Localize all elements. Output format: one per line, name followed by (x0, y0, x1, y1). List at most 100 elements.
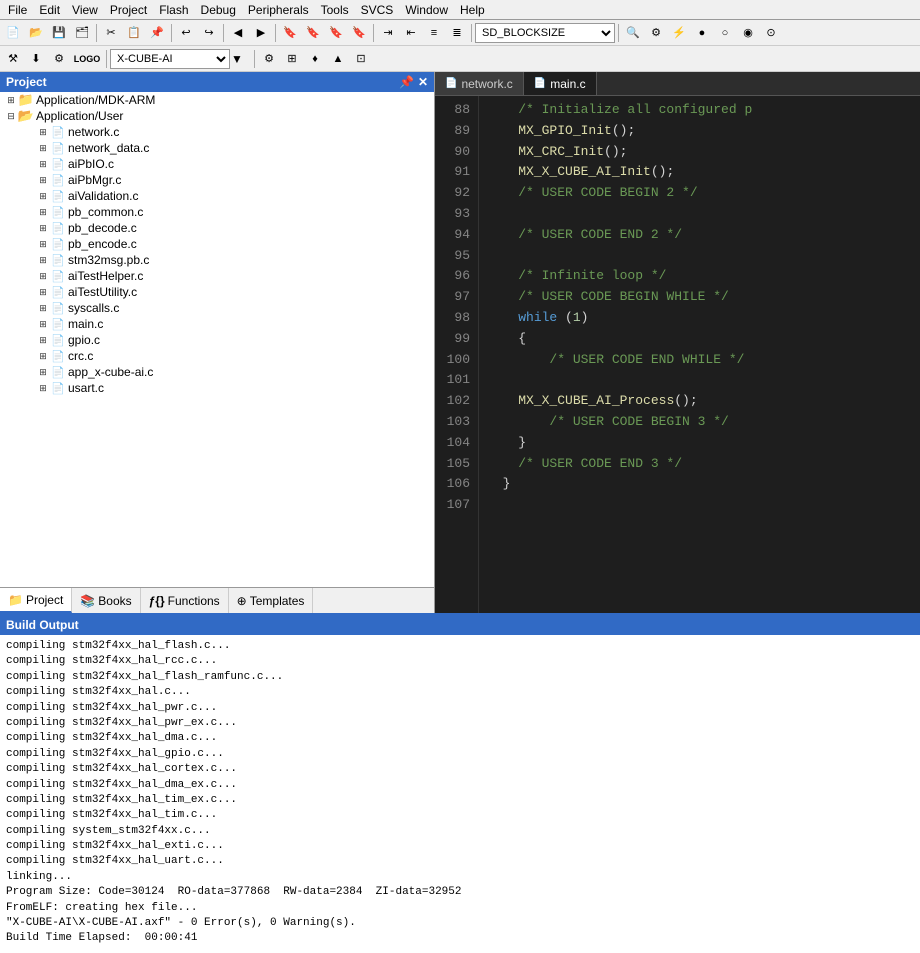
expand-network-data[interactable]: ⊞ (36, 141, 50, 155)
menu-edit[interactable]: Edit (33, 1, 66, 19)
menu-flash[interactable]: Flash (153, 1, 194, 19)
expand-pb-decode[interactable]: ⊞ (36, 221, 50, 235)
expand-mdk-arm[interactable]: ⊞ (4, 93, 18, 107)
tree-item-pb-encode[interactable]: ⊞ 📄 pb_encode.c (0, 236, 434, 252)
tree-item-network-c[interactable]: ⊞ 📄 network.c (0, 124, 434, 140)
expand-main-c[interactable]: ⊞ (36, 317, 50, 331)
expand-aivalidation[interactable]: ⊞ (36, 189, 50, 203)
label-stm32msg: stm32msg.pb.c (68, 253, 149, 267)
tool4-btn[interactable]: ▲ (327, 48, 349, 70)
tree-item-aitestutil[interactable]: ⊞ 📄 aiTestUtility.c (0, 284, 434, 300)
dbg4-btn[interactable]: ● (691, 22, 713, 44)
menu-project[interactable]: Project (104, 1, 153, 19)
tree-item-syscalls[interactable]: ⊞ 📄 syscalls.c (0, 300, 434, 316)
symbol-combo[interactable]: SD_BLOCKSIZE (475, 23, 615, 43)
expand-syscalls[interactable]: ⊞ (36, 301, 50, 315)
target-combo[interactable]: X-CUBE-AI (110, 49, 230, 69)
menu-tools[interactable]: Tools (315, 1, 355, 19)
editor-tab-network[interactable]: 📄 network.c (435, 72, 524, 95)
menu-help[interactable]: Help (454, 1, 491, 19)
dbg6-btn[interactable]: ◉ (737, 22, 759, 44)
expand-stm32msg[interactable]: ⊞ (36, 253, 50, 267)
menu-window[interactable]: Window (399, 1, 454, 19)
dbg2-btn[interactable]: ⚙ (645, 22, 667, 44)
dbg7-btn[interactable]: ⊙ (760, 22, 782, 44)
expand-aipbio[interactable]: ⊞ (36, 157, 50, 171)
nav-fwd-btn[interactable]: ▶ (250, 22, 272, 44)
menu-file[interactable]: File (2, 1, 33, 19)
load-btn[interactable]: ⬇ (25, 48, 47, 70)
tree-item-main-c[interactable]: ⊞ 📄 main.c (0, 316, 434, 332)
nav-back-btn[interactable]: ◀ (227, 22, 249, 44)
save-btn[interactable]: 💾 (48, 22, 70, 44)
tree-item-crc[interactable]: ⊞ 📄 crc.c (0, 348, 434, 364)
expand-network-c[interactable]: ⊞ (36, 125, 50, 139)
editor-tab-main[interactable]: 📄 main.c (524, 72, 597, 95)
expand-crc[interactable]: ⊞ (36, 349, 50, 363)
logo-btn[interactable]: LOGO (71, 48, 103, 70)
folder-icon-app-user: 📂 (18, 109, 34, 123)
tool3-btn[interactable]: ♦ (304, 48, 326, 70)
tree-item-aivalidation[interactable]: ⊞ 📄 aiValidation.c (0, 188, 434, 204)
dbg3-btn[interactable]: ⚡ (668, 22, 690, 44)
tab-books[interactable]: 📚 Books (72, 588, 140, 613)
indent3-btn[interactable]: ≡ (423, 22, 445, 44)
tab-functions[interactable]: ƒ{} Functions (141, 588, 229, 613)
tree-item-app-user[interactable]: ⊟ 📂 Application/User (0, 108, 434, 124)
tool1-btn[interactable]: ⚙ (258, 48, 280, 70)
indent2-btn[interactable]: ⇤ (400, 22, 422, 44)
expand-app-user[interactable]: ⊟ (4, 109, 18, 123)
save-all-btn[interactable]: 🗂 (71, 22, 93, 44)
tree-item-pb-common[interactable]: ⊞ 📄 pb_common.c (0, 204, 434, 220)
tree-item-network-data[interactable]: ⊞ 📄 network_data.c (0, 140, 434, 156)
pin-icon[interactable]: 📌 (399, 75, 414, 89)
indent-btn[interactable]: ⇥ (377, 22, 399, 44)
tree-item-app-xcube-ai[interactable]: ⊞ 📄 app_x-cube-ai.c (0, 364, 434, 380)
settings-btn[interactable]: ⚙ (48, 48, 70, 70)
open-btn[interactable]: 📂 (25, 22, 47, 44)
bookmark3-btn[interactable]: 🔖 (325, 22, 347, 44)
tree-item-stm32msg[interactable]: ⊞ 📄 stm32msg.pb.c (0, 252, 434, 268)
project-tab-icon: 📁 (8, 593, 23, 607)
tool2-btn[interactable]: ⊞ (281, 48, 303, 70)
bookmark-btn[interactable]: 🔖 (279, 22, 301, 44)
bookmark2-btn[interactable]: 🔖 (302, 22, 324, 44)
dbg5-btn[interactable]: ○ (714, 22, 736, 44)
tab-templates[interactable]: ⊕ Templates (229, 588, 314, 613)
copy-btn[interactable]: 📋 (123, 22, 145, 44)
expand-aitestutil[interactable]: ⊞ (36, 285, 50, 299)
close-icon[interactable]: ✕ (418, 75, 428, 89)
tree-item-gpio[interactable]: ⊞ 📄 gpio.c (0, 332, 434, 348)
expand-pb-common[interactable]: ⊞ (36, 205, 50, 219)
tree-item-pb-decode[interactable]: ⊞ 📄 pb_decode.c (0, 220, 434, 236)
code-content[interactable]: /* Initialize all configured p MX_GPIO_I… (479, 96, 920, 613)
expand-aipbmgr[interactable]: ⊞ (36, 173, 50, 187)
tree-item-usart[interactable]: ⊞ 📄 usart.c (0, 380, 434, 396)
undo-btn[interactable]: ↩ (175, 22, 197, 44)
expand-aitesthelper[interactable]: ⊞ (36, 269, 50, 283)
menu-view[interactable]: View (66, 1, 104, 19)
menu-debug[interactable]: Debug (195, 1, 242, 19)
tree-item-aipbio[interactable]: ⊞ 📄 aiPbIO.c (0, 156, 434, 172)
tree-item-aitesthelper[interactable]: ⊞ 📄 aiTestHelper.c (0, 268, 434, 284)
tool5-btn[interactable]: ⊡ (350, 48, 372, 70)
build-output[interactable]: compiling stm32f4xx_hal_flash.c... compi… (0, 635, 920, 953)
tree-item-aipbmgr[interactable]: ⊞ 📄 aiPbMgr.c (0, 172, 434, 188)
expand-app-xcube[interactable]: ⊞ (36, 365, 50, 379)
bookmark4-btn[interactable]: 🔖 (348, 22, 370, 44)
build-btn[interactable]: ⚒ (2, 48, 24, 70)
label-aitesthelper: aiTestHelper.c (68, 269, 143, 283)
dbg1-btn[interactable]: 🔍 (622, 22, 644, 44)
tab-project[interactable]: 📁 Project (0, 588, 72, 613)
expand-usart[interactable]: ⊞ (36, 381, 50, 395)
menu-svcs[interactable]: SVCS (355, 1, 400, 19)
new-btn[interactable]: 📄 (2, 22, 24, 44)
indent4-btn[interactable]: ≣ (446, 22, 468, 44)
cut-btn[interactable]: ✂ (100, 22, 122, 44)
expand-pb-encode[interactable]: ⊞ (36, 237, 50, 251)
expand-gpio[interactable]: ⊞ (36, 333, 50, 347)
tree-item-mdk-arm[interactable]: ⊞ 📁 Application/MDK-ARM (0, 92, 434, 108)
menu-peripherals[interactable]: Peripherals (242, 1, 315, 19)
redo-btn[interactable]: ↪ (198, 22, 220, 44)
paste-btn[interactable]: 📌 (146, 22, 168, 44)
